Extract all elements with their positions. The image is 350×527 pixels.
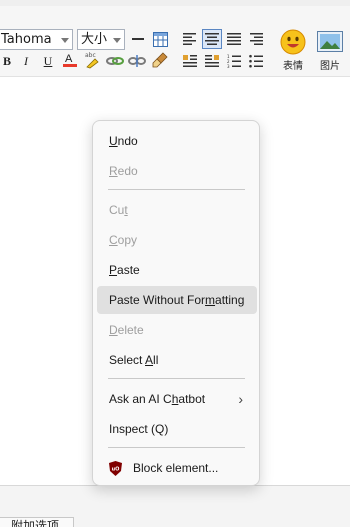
menu-label-part: Select [109, 353, 146, 367]
menu-label-part: atting [215, 293, 245, 307]
menu-accesskey: m [205, 293, 216, 307]
align-center-icon [205, 33, 219, 45]
ublock-shield-icon: uO [109, 461, 122, 476]
font-size-value: 大小 [81, 32, 108, 47]
bold-button[interactable]: B [0, 52, 16, 70]
chevron-right-icon: › [238, 391, 243, 407]
emoji-button[interactable]: 表情 [275, 28, 311, 72]
menu-accesskey: U [109, 134, 118, 148]
highlighter-icon: abc [85, 52, 99, 69]
editor-toolbar: Tahoma 大小 B I U A abc 1 2 3 表情 图片 [0, 0, 350, 77]
menu-label: Block element... [133, 461, 219, 475]
unlink-icon [128, 55, 146, 67]
paragraph-block-icon [205, 55, 219, 67]
menu-label-part: atbot [178, 392, 206, 406]
align-center-button[interactable] [202, 29, 222, 49]
menu-item-ask-ai-chatbot[interactable]: Ask an AI Chatbot › [97, 385, 257, 413]
menu-item-redo[interactable]: Redo [97, 157, 257, 185]
unlink-button[interactable] [128, 52, 146, 70]
menu-label: Inspect (Q) [109, 422, 169, 436]
font-family-value: Tahoma [1, 32, 52, 47]
menu-separator [108, 378, 245, 379]
menu-accesskey: P [109, 263, 118, 277]
context-menu: Undo Redo Cut Copy Paste Paste Without F… [92, 120, 260, 486]
svg-text:abc: abc [85, 52, 96, 59]
table-icon [152, 31, 168, 47]
menu-accesskey: C [109, 233, 118, 247]
numbered-list-button[interactable]: 123 [225, 52, 243, 70]
menu-label-part: edo [117, 164, 138, 178]
image-label: 图片 [320, 61, 340, 72]
emoji-label: 表情 [283, 61, 303, 72]
numbered-list-icon: 123 [227, 54, 241, 68]
menu-item-paste-without-formatting[interactable]: Paste Without Formatting [97, 286, 257, 314]
menu-label-part: ndo [117, 134, 138, 148]
bulleted-list-icon [249, 54, 263, 68]
menu-item-cut[interactable]: Cut [97, 196, 257, 224]
menu-item-select-all[interactable]: Select All [97, 346, 257, 374]
menu-label-part: Paste Without For [109, 293, 206, 307]
menu-item-delete[interactable]: Delete [97, 316, 257, 344]
menu-accesskey: D [109, 323, 118, 337]
menu-label-part: elete [117, 323, 144, 337]
italic-icon: I [24, 53, 28, 68]
link-icon [106, 57, 124, 65]
smiley-icon [280, 29, 306, 55]
highlight-button[interactable]: abc [83, 51, 101, 69]
menu-separator [108, 189, 245, 190]
insert-table-button[interactable] [151, 30, 169, 48]
font-size-select[interactable]: 大小 [77, 29, 125, 50]
svg-text:uO: uO [112, 467, 120, 473]
menu-label-part: aste [117, 263, 140, 277]
font-family-select[interactable]: Tahoma [0, 29, 73, 50]
align-justify-button[interactable] [225, 30, 243, 48]
menu-separator [108, 447, 245, 448]
menu-item-undo[interactable]: Undo [97, 127, 257, 155]
menu-accesskey: A [145, 353, 154, 367]
ordered-indent-button[interactable] [181, 52, 199, 70]
image-icon [317, 31, 343, 52]
align-left-icon [183, 33, 196, 45]
svg-text:3: 3 [227, 64, 230, 68]
chevron-down-icon [61, 38, 69, 43]
insert-link-button[interactable] [106, 52, 124, 70]
options-tab[interactable]: 附加选项 [0, 517, 74, 527]
menu-label-part: ll [153, 353, 159, 367]
paragraph-icon [183, 55, 197, 67]
paragraph-button[interactable] [203, 52, 221, 70]
clear-format-button[interactable] [151, 51, 169, 69]
brush-icon [152, 52, 168, 68]
menu-item-block-element[interactable]: uO Block element... [97, 454, 257, 482]
menu-label-part: Ask an AI C [109, 392, 172, 406]
menu-item-inspect[interactable]: Inspect (Q) [97, 415, 257, 443]
options-tab-label: 附加选项 [11, 519, 60, 527]
font-color-icon: A [63, 53, 77, 67]
menu-item-copy[interactable]: Copy [97, 226, 257, 254]
align-right-icon [250, 33, 263, 45]
svg-text:A: A [65, 53, 73, 65]
font-color-button[interactable]: A [61, 51, 79, 69]
bulleted-list-button[interactable] [247, 52, 265, 70]
menu-accesskey: t [124, 203, 128, 217]
horizontal-rule-button[interactable] [129, 30, 147, 48]
bold-icon: B [2, 53, 11, 68]
align-right-button[interactable] [247, 30, 265, 48]
underline-icon: U [43, 53, 53, 68]
horizontal-rule-icon [132, 38, 144, 40]
align-justify-icon [227, 33, 241, 45]
menu-item-paste[interactable]: Paste [97, 256, 257, 284]
chevron-down-icon [113, 38, 121, 43]
menu-accesskey: R [109, 164, 118, 178]
toolbar-top-strip [0, 0, 350, 6]
insert-image-button[interactable]: 图片 [312, 28, 348, 72]
italic-button[interactable]: I [17, 52, 35, 70]
menu-label-part: Cu [109, 203, 125, 217]
menu-label-part: opy [117, 233, 138, 247]
align-left-button[interactable] [181, 30, 199, 48]
underline-button[interactable]: U [39, 52, 57, 70]
